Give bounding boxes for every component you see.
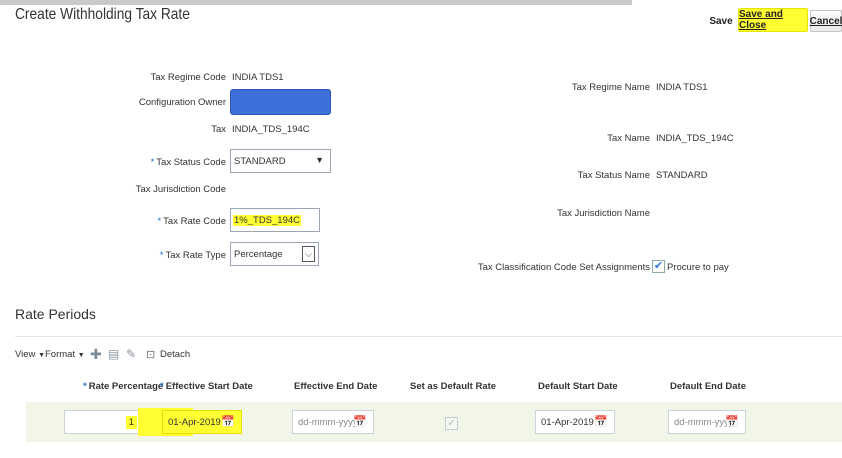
col-effective-start-date-label: Effective Start Date [165, 381, 253, 392]
col-rate-percentage-label: Rate Percentage [88, 381, 164, 392]
tax-label: Tax [211, 124, 226, 135]
set-default-rate-checkbox[interactable]: ✓ [445, 417, 458, 430]
chevron-down-icon: ▼ [77, 352, 85, 359]
detach-icon[interactable]: ⊡ [146, 348, 155, 361]
procure-to-pay-checkbox[interactable]: ✔ [652, 260, 665, 273]
tax-status-name-value: STANDARD [656, 170, 708, 181]
tax-rate-type-select[interactable]: Percentage ⌵ [230, 242, 319, 266]
tax-name-label: Tax Name [607, 133, 650, 144]
col-effective-start-date: * Effective Start Date [160, 381, 253, 392]
tax-name-value: INDIA_TDS_194C [656, 133, 734, 144]
default-start-date-input[interactable]: 01-Apr-2019 📅 [535, 410, 615, 434]
cancel-button[interactable]: Cancel [810, 10, 842, 32]
format-menu[interactable]: Format ▼ [45, 349, 85, 360]
tax-regime-code-label: Tax Regime Code [150, 72, 226, 83]
edit-icon[interactable]: ✎ [126, 347, 136, 361]
required-asterisk: * [157, 216, 162, 227]
default-end-date-input[interactable]: dd-mmm-yyyy 📅 [668, 410, 746, 434]
tax-status-name-label: Tax Status Name [577, 170, 650, 181]
top-progress-bar [0, 0, 632, 5]
tax-status-code-label: * Tax Status Code [151, 157, 226, 168]
tax-jurisdiction-name-label: Tax Jurisdiction Name [557, 208, 650, 219]
tax-classification-label: Tax Classification Code Set Assignments [477, 262, 650, 273]
col-effective-end-date: Effective End Date [294, 381, 378, 392]
rate-percentage-input[interactable]: 1 [64, 410, 140, 434]
tax-rate-code-label: * Tax Rate Code [157, 216, 226, 227]
tax-rate-code-value: 1%_TDS_194C [233, 215, 302, 226]
tax-rate-type-label-text: Tax Rate Type [165, 250, 226, 261]
default-start-date-value: 01-Apr-2019 [541, 416, 594, 428]
format-menu-label: Format [45, 349, 76, 360]
effective-end-date-input[interactable]: dd-mmm-yyyy 📅 [292, 410, 374, 434]
tax-regime-name-label: Tax Regime Name [571, 82, 650, 93]
effective-end-date-placeholder: dd-mmm-yyyy [298, 416, 358, 428]
tax-rate-code-label-text: Tax Rate Code [163, 216, 226, 227]
chevron-down-icon[interactable]: ▼ [315, 155, 324, 165]
save-and-close-label: Save and Close [739, 9, 783, 31]
calendar-icon[interactable]: 📅 [221, 415, 235, 428]
required-asterisk: * [160, 381, 164, 392]
tax-classification-value: Procure to pay [667, 262, 729, 273]
tax-regime-name-value: INDIA TDS1 [656, 82, 708, 93]
save-and-close-button[interactable]: Save and Close [738, 8, 808, 32]
view-menu-label: View [15, 349, 36, 360]
calendar-icon[interactable]: 📅 [594, 415, 608, 428]
tax-rate-type-value: Percentage [234, 249, 283, 260]
view-menu[interactable]: View ▼ [15, 349, 45, 360]
tax-status-code-value: STANDARD [234, 156, 286, 167]
tax-regime-code-value: INDIA TDS1 [232, 72, 284, 83]
col-default-end-date: Default End Date [670, 381, 747, 392]
rate-periods-title: Rate Periods [15, 306, 96, 322]
page-title: Create Withholding Tax Rate [15, 6, 190, 23]
detach-button[interactable]: Detach [160, 349, 190, 360]
col-default-start-date: Default Start Date [538, 381, 618, 392]
effective-start-date-value: 01-Apr-2019 [168, 416, 221, 428]
calendar-icon[interactable]: 📅 [353, 415, 367, 428]
tax-status-code-label-text: Tax Status Code [156, 157, 226, 168]
delete-row-icon[interactable]: ▤ [108, 347, 119, 361]
col-set-as-default-rate: Set as Default Rate [410, 381, 497, 392]
tax-status-code-select[interactable]: STANDARD ▼ [230, 149, 331, 173]
configuration-owner-field[interactable] [230, 89, 331, 115]
tax-rate-code-input[interactable]: 1%_TDS_194C [230, 208, 320, 232]
tax-value: INDIA_TDS_194C [232, 124, 310, 135]
effective-start-date-input[interactable]: 01-Apr-2019 📅 [162, 410, 242, 434]
tax-jurisdiction-code-label: Tax Jurisdiction Code [135, 184, 226, 195]
chevron-down-icon[interactable]: ⌵ [302, 246, 315, 262]
calendar-icon[interactable]: 📅 [725, 415, 739, 428]
add-row-icon[interactable]: ✚ [90, 346, 102, 363]
required-asterisk: * [83, 381, 87, 392]
configuration-owner-label: Configuration Owner [138, 97, 226, 108]
required-asterisk: * [159, 250, 164, 261]
section-divider [15, 336, 842, 337]
rate-percentage-value: 1 [125, 415, 137, 429]
cancel-label: Cancel [809, 15, 842, 27]
chevron-down-icon: ▼ [38, 352, 45, 359]
tax-rate-type-label: * Tax Rate Type [160, 250, 226, 261]
col-rate-percentage: * Rate Percentage [83, 381, 163, 392]
save-button[interactable]: Save [706, 10, 736, 32]
required-asterisk: * [150, 157, 155, 168]
